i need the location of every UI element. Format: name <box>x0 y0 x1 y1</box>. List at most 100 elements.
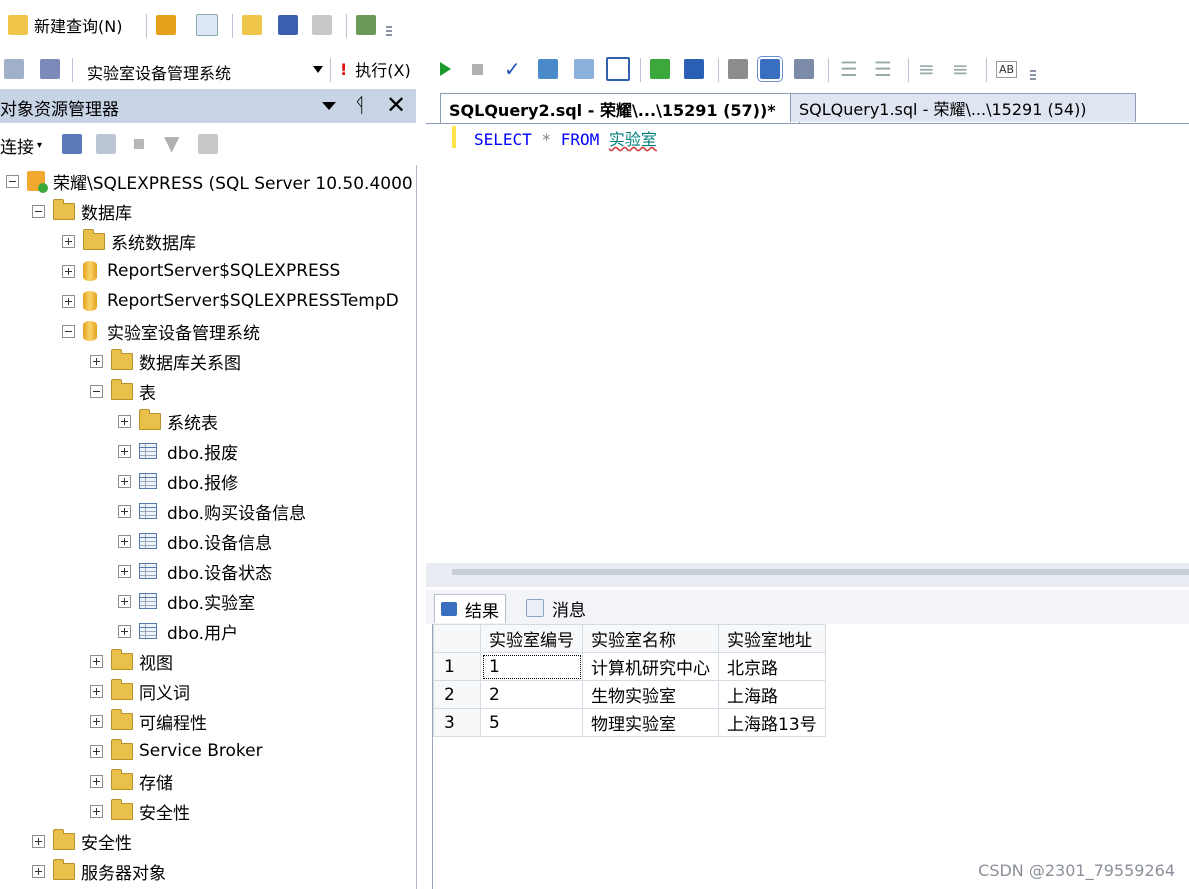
collapse-icon[interactable] <box>6 174 19 188</box>
comment-button[interactable]: ☰ <box>840 56 858 82</box>
collapse-icon[interactable] <box>62 324 75 338</box>
grid-cell[interactable]: 计算机研究中心 <box>582 652 719 681</box>
expand-icon[interactable] <box>32 834 45 848</box>
grid-cell[interactable]: 2 <box>480 680 583 709</box>
grid-cell[interactable]: 物理实验室 <box>582 708 719 737</box>
tree-node[interactable]: 表 <box>90 377 156 405</box>
database-dropdown[interactable]: 实验室设备管理系统 <box>78 55 328 85</box>
tree-node[interactable]: 安全性 <box>32 827 132 855</box>
tree-node[interactable]: 数据库 <box>32 197 132 225</box>
toolbar-overflow-icon[interactable] <box>386 26 392 36</box>
pin-icon[interactable]: ᛩ <box>354 93 366 117</box>
specify-values-button[interactable]: AB <box>996 56 1018 82</box>
results-grid[interactable]: 实验室编号 实验室名称 实验室地址 1 1 计算机研究中心 北京路 2 2 生物实验室 上海路… <box>433 624 826 737</box>
toolbar-overflow-icon[interactable] <box>1030 70 1036 80</box>
horizontal-scrollbar[interactable] <box>452 569 1189 575</box>
expand-icon[interactable] <box>118 564 131 578</box>
new-db-query-button[interactable] <box>156 12 176 38</box>
tree-node[interactable]: 数据库关系图 <box>90 347 241 375</box>
expand-icon[interactable] <box>90 684 103 698</box>
estimated-plan-button[interactable] <box>538 56 558 82</box>
tree-node[interactable]: dbo.设备状态 <box>118 557 272 585</box>
table-row[interactable]: 3 5 物理实验室 上海路13号 <box>433 708 826 737</box>
connect-dropdown[interactable]: 连接 ▾ <box>0 133 42 158</box>
query-designer-button[interactable] <box>574 56 594 82</box>
tree-node[interactable]: dbo.购买设备信息 <box>118 497 306 525</box>
tree-node[interactable]: dbo.实验室 <box>118 587 255 615</box>
expand-icon[interactable] <box>90 804 103 818</box>
expand-icon[interactable] <box>118 474 131 488</box>
tree-node[interactable]: 服务器对象 <box>32 857 166 885</box>
query-text[interactable]: SELECT * FROM 实验室 <box>474 126 657 150</box>
parse-button[interactable]: ✓ <box>504 56 521 82</box>
tree-node[interactable]: dbo.设备信息 <box>118 527 272 555</box>
table-row[interactable]: 2 2 生物实验室 上海路 <box>433 680 826 709</box>
tree-node[interactable]: ReportServer$SQLEXPRESSTempD <box>62 287 399 315</box>
tree-node[interactable]: Service Broker <box>90 737 263 765</box>
row-number[interactable]: 1 <box>433 652 481 681</box>
tree-node[interactable]: ReportServer$SQLEXPRESS <box>62 257 340 285</box>
tree-node[interactable]: dbo.报废 <box>118 437 238 465</box>
results-file-button[interactable] <box>794 56 814 82</box>
results-to-text-button[interactable] <box>728 56 748 82</box>
tab-sqlquery2[interactable]: SQLQuery2.sql - 荣耀\...\15291 (57))* <box>440 93 800 124</box>
grid-cell[interactable]: 北京路 <box>718 652 826 681</box>
expand-icon[interactable] <box>90 744 103 758</box>
debug-button[interactable] <box>440 56 451 82</box>
tree-node[interactable]: 可编程性 <box>90 707 207 735</box>
connect-object-explorer-icon[interactable] <box>62 134 82 154</box>
cancel-query-button[interactable] <box>472 56 483 82</box>
tab-sqlquery1[interactable]: SQLQuery1.sql - 荣耀\...\15291 (54)) <box>790 93 1136 122</box>
expand-icon[interactable] <box>118 504 131 518</box>
column-header[interactable]: 实验室编号 <box>480 624 583 653</box>
editor-results-splitter[interactable] <box>426 563 1189 587</box>
tree-node[interactable]: 视图 <box>90 647 173 675</box>
row-number-header[interactable] <box>433 624 481 653</box>
tab-messages[interactable]: 消息 <box>520 594 592 622</box>
tree-node[interactable]: 实验室设备管理系统 <box>62 317 260 345</box>
column-header[interactable]: 实验室地址 <box>718 624 826 653</box>
expand-icon[interactable] <box>118 534 131 548</box>
row-number[interactable]: 2 <box>433 680 481 709</box>
expand-icon[interactable] <box>90 774 103 788</box>
expand-icon[interactable] <box>62 264 75 278</box>
close-icon[interactable]: ✕ <box>386 91 406 119</box>
client-statistics-button[interactable] <box>684 56 704 82</box>
stop-icon[interactable] <box>134 139 144 149</box>
collapse-icon[interactable] <box>90 384 103 398</box>
collapse-icon[interactable] <box>32 204 45 218</box>
filter-icon[interactable]: ▼ <box>164 131 179 155</box>
results-to-file-button[interactable] <box>606 56 630 82</box>
refresh-icon[interactable] <box>198 134 218 154</box>
tree-node[interactable]: dbo.用户 <box>118 617 238 645</box>
expand-icon[interactable] <box>118 444 131 458</box>
tab-results[interactable]: 结果 <box>434 594 506 623</box>
new-query-button[interactable]: 新建查询(N) <box>8 12 122 38</box>
expand-icon[interactable] <box>90 654 103 668</box>
tree-node[interactable]: 同义词 <box>90 677 190 705</box>
table-row[interactable]: 1 1 计算机研究中心 北京路 <box>433 652 826 681</box>
open-file-button[interactable] <box>242 12 262 38</box>
grid-cell[interactable]: 上海路 <box>718 680 826 709</box>
decrease-indent-button[interactable]: ≡ <box>918 56 935 82</box>
tree-node[interactable]: dbo.报修 <box>118 467 238 495</box>
execute-button[interactable]: ! 执行(X) <box>340 56 411 82</box>
grid-cell[interactable]: 生物实验室 <box>582 680 719 709</box>
print-button[interactable] <box>312 12 332 38</box>
disconnect-icon[interactable] <box>96 134 116 154</box>
expand-icon[interactable] <box>118 594 131 608</box>
tree-node[interactable]: 荣耀\SQLEXPRESS (SQL Server 10.50.4000 <box>6 167 413 195</box>
expand-icon[interactable] <box>62 234 75 248</box>
tree-node[interactable]: 存储 <box>90 767 173 795</box>
expand-icon[interactable] <box>90 354 103 368</box>
connect-button[interactable] <box>4 56 24 82</box>
increase-indent-button[interactable]: ≡ <box>952 56 969 82</box>
tree-node[interactable]: 系统表 <box>118 407 218 435</box>
row-number[interactable]: 3 <box>433 708 481 737</box>
grid-cell[interactable]: 1 <box>480 652 583 681</box>
tree-node[interactable]: 系统数据库 <box>62 227 196 255</box>
expand-icon[interactable] <box>118 414 131 428</box>
activity-monitor-button[interactable] <box>356 12 376 38</box>
window-menu-chevron-icon[interactable] <box>322 102 336 110</box>
grid-cell[interactable]: 上海路13号 <box>718 708 826 737</box>
